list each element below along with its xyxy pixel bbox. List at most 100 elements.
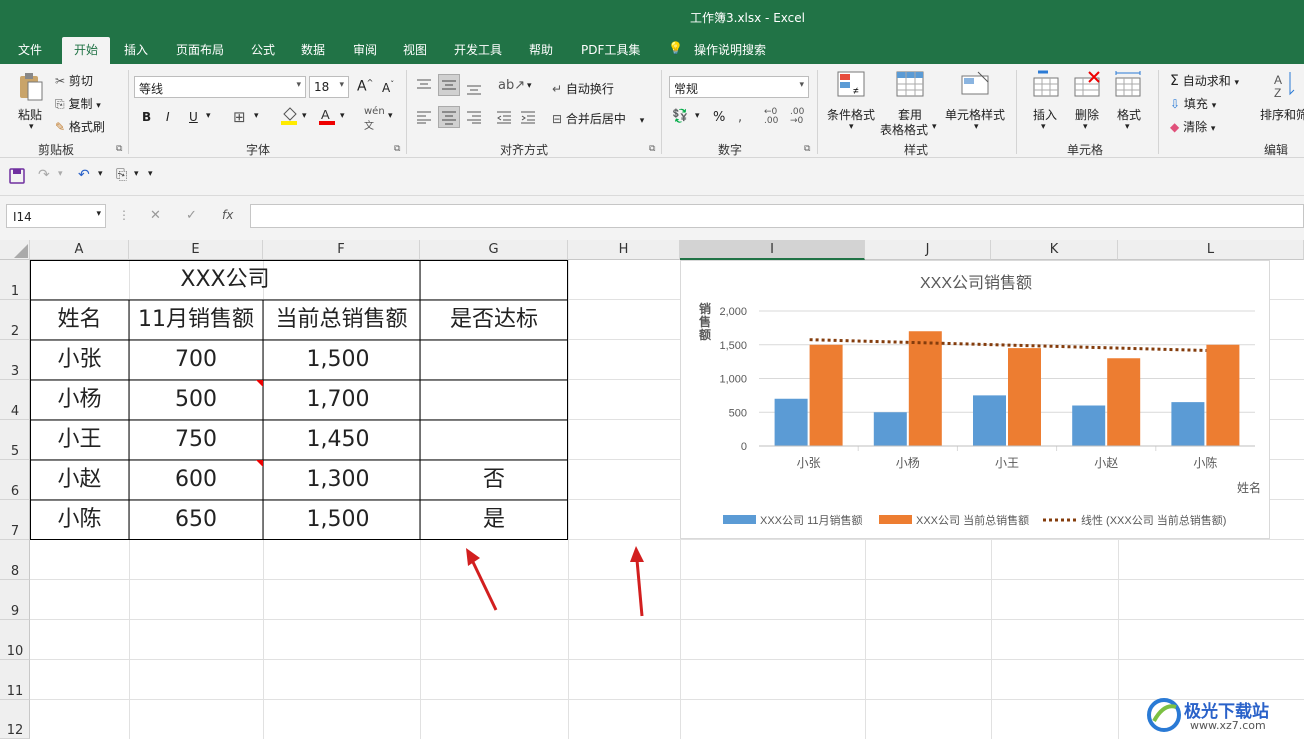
increase-decimal-icon[interactable]: ←0.00 <box>764 108 778 126</box>
phonetic-dropdown-icon[interactable]: ▾ <box>388 111 393 121</box>
comma-style-icon[interactable]: , <box>738 110 742 125</box>
table-cell[interactable]: 1,500 <box>263 340 413 380</box>
header-cell[interactable]: 是否达标 <box>420 300 568 340</box>
sheet-title-cell[interactable]: XXX公司 <box>30 260 420 300</box>
fill-color-icon[interactable] <box>280 106 298 129</box>
dropdown-icon[interactable]: ▾ <box>974 122 979 132</box>
column-header[interactable]: J <box>865 240 991 260</box>
row-header[interactable]: 4 <box>0 380 30 420</box>
font-color-icon[interactable]: A <box>318 106 336 129</box>
copy-format-dropdown-icon[interactable]: ▾ <box>134 169 139 179</box>
format-as-table-label-2[interactable]: 表格格式 <box>880 121 928 138</box>
row-header[interactable]: 2 <box>0 300 30 340</box>
column-header[interactable]: L <box>1118 240 1304 260</box>
dialog-launcher-icon[interactable]: ⧉ <box>649 144 655 154</box>
name-box[interactable]: I14 ▾ <box>6 204 106 228</box>
align-center-icon[interactable] <box>438 106 460 128</box>
comment-indicator[interactable] <box>256 460 263 467</box>
column-header[interactable]: H <box>568 240 680 260</box>
header-cell[interactable]: 姓名 <box>30 300 129 340</box>
redo-dropdown-icon[interactable]: ▾ <box>58 169 63 179</box>
font-size-select[interactable]: 18 ▾ <box>309 76 349 98</box>
phonetic-icon[interactable]: wén 文 <box>364 106 385 132</box>
insert-button[interactable]: 插入 <box>1033 106 1057 123</box>
cell-styles-icon[interactable] <box>960 70 992 103</box>
tab-file[interactable]: 文件 <box>18 41 42 58</box>
chart[interactable]: XXX公司销售额 0 500 1,000 1,500 2,000 销售额 小张 小杨 小王 小赵 小陈… <box>680 260 1270 539</box>
borders-icon[interactable]: ⊞ <box>233 108 246 126</box>
table-cell[interactable]: 700 <box>129 340 263 380</box>
dialog-launcher-icon[interactable]: ⧉ <box>394 144 400 154</box>
autosum-button[interactable]: Σ 自动求和 ▾ <box>1170 72 1239 89</box>
align-right-icon[interactable] <box>466 110 482 127</box>
table-cell[interactable] <box>420 340 568 380</box>
format-painter-button[interactable]: ✎ 格式刷 <box>55 118 105 135</box>
table-cell[interactable]: 650 <box>129 500 263 540</box>
underline-button[interactable]: U <box>189 110 198 124</box>
table-cell[interactable]: 500 <box>129 380 263 420</box>
fill-color-dropdown-icon[interactable]: ▾ <box>302 111 307 121</box>
delete-cells-icon[interactable] <box>1073 70 1103 103</box>
decrease-indent-icon[interactable] <box>496 110 512 127</box>
format-as-table-icon[interactable] <box>895 70 927 103</box>
column-header[interactable]: I <box>680 240 865 260</box>
column-header[interactable]: K <box>991 240 1118 260</box>
cancel-icon[interactable]: ✕ <box>150 208 161 223</box>
formula-input[interactable] <box>250 204 1304 228</box>
header-cell[interactable]: 11月销售额 <box>129 300 263 340</box>
column-header[interactable]: A <box>30 240 129 260</box>
row-header[interactable]: 10 <box>0 620 30 660</box>
underline-dropdown-icon[interactable]: ▾ <box>206 111 211 121</box>
dropdown-icon[interactable]: ▾ <box>1125 122 1130 132</box>
row-header[interactable]: 8 <box>0 540 30 580</box>
row-header[interactable]: 1 <box>0 260 30 300</box>
table-cell[interactable]: 1,300 <box>263 460 413 500</box>
borders-dropdown-icon[interactable]: ▾ <box>254 111 259 121</box>
number-format-select[interactable]: 常规 ▾ <box>669 76 809 98</box>
currency-icon[interactable]: 💱 <box>672 109 688 124</box>
row-header[interactable]: 12 <box>0 700 30 739</box>
decrease-font-button[interactable]: Aˇ <box>382 80 394 95</box>
redo-icon[interactable]: ↷ <box>38 167 50 183</box>
decrease-decimal-icon[interactable]: .00 →0 <box>790 108 804 126</box>
copy-button[interactable]: ⎘ 复制 ▾ <box>55 95 101 112</box>
tab-view[interactable]: 视图 <box>403 41 427 58</box>
align-middle-icon[interactable] <box>438 74 460 96</box>
select-all-corner[interactable] <box>0 240 30 260</box>
format-button[interactable]: 格式 <box>1117 106 1141 123</box>
tab-pdf-tools[interactable]: PDF工具集 <box>581 41 640 58</box>
table-cell[interactable]: 否 <box>420 460 568 500</box>
tab-insert[interactable]: 插入 <box>124 41 148 58</box>
copy-format-icon[interactable]: ⎘ <box>116 167 127 183</box>
insert-cells-icon[interactable] <box>1032 70 1062 103</box>
dialog-launcher-icon[interactable]: ⧉ <box>804 144 810 154</box>
fill-button[interactable]: ⇩ 填充 ▾ <box>1170 95 1216 112</box>
tab-data[interactable]: 数据 <box>301 41 325 58</box>
orientation-icon[interactable]: ab↗ <box>498 78 525 93</box>
row-header[interactable]: 11 <box>0 660 30 700</box>
paste-button[interactable]: 粘贴 <box>18 106 42 123</box>
table-cell[interactable] <box>420 420 568 460</box>
paste-dropdown-icon[interactable]: ▾ <box>29 122 34 132</box>
tab-review[interactable]: 审阅 <box>353 41 377 58</box>
table-cell[interactable]: 小王 <box>30 420 129 460</box>
dropdown-icon[interactable]: ▾ <box>932 122 937 132</box>
dropdown-icon[interactable]: ▾ <box>1041 122 1046 132</box>
row-header[interactable]: 9 <box>0 580 30 620</box>
align-bottom-icon[interactable] <box>466 82 482 99</box>
percent-button[interactable]: % <box>713 110 725 125</box>
enter-icon[interactable]: ✓ <box>186 208 197 223</box>
column-header[interactable]: G <box>420 240 568 260</box>
insert-function-icon[interactable]: fx <box>222 208 233 222</box>
increase-indent-icon[interactable] <box>520 110 536 127</box>
table-cell[interactable]: 小杨 <box>30 380 129 420</box>
customize-toolbar-icon[interactable]: ▾ <box>148 169 153 179</box>
row-header[interactable]: 5 <box>0 420 30 460</box>
align-top-icon[interactable] <box>416 78 432 95</box>
italic-button[interactable]: I <box>166 110 170 124</box>
table-cell[interactable]: 1,700 <box>263 380 413 420</box>
paste-icon[interactable] <box>16 72 46 102</box>
table-cell[interactable]: 1,450 <box>263 420 413 460</box>
table-cell[interactable]: 小赵 <box>30 460 129 500</box>
column-header[interactable]: F <box>263 240 420 260</box>
